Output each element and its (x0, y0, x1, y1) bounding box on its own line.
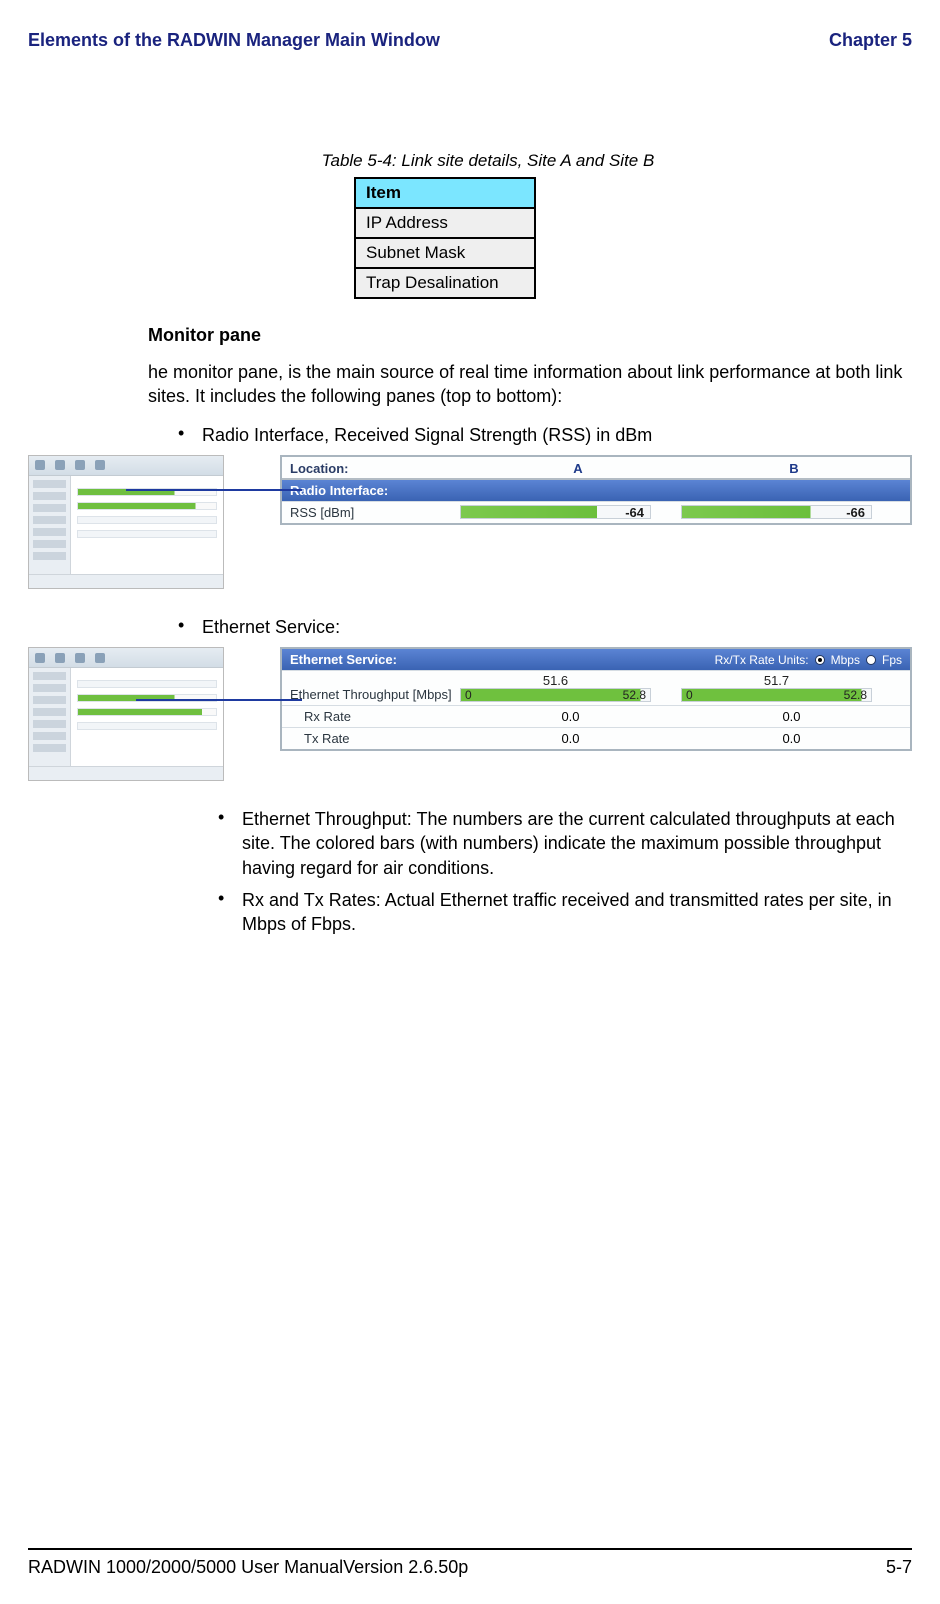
tp-a-min: 0 (465, 688, 472, 702)
tp-b-max: 52.8 (844, 688, 867, 702)
rss-b-bar: -66 (681, 505, 872, 519)
col-a-label: A (470, 461, 686, 476)
throughput-row: Ethernet Throughput [Mbps] 0 51.6 52.8 0… (282, 670, 910, 705)
sub-bullet-throughput: • Ethernet Throughput: The numbers are t… (218, 807, 912, 880)
header-right: Chapter 5 (829, 30, 912, 51)
col-b-label: B (686, 461, 902, 476)
sub-bullet-text: Ethernet Throughput: The numbers are the… (242, 807, 902, 880)
rss-a-cell: -64 (460, 505, 681, 519)
tp-a-cell: 0 51.6 52.8 (460, 688, 681, 702)
location-header: Location: A B (282, 457, 910, 480)
bullet-dot-icon: • (178, 615, 202, 639)
rx-row: Rx Rate 0.0 0.0 (282, 705, 910, 727)
callout-line-icon (126, 489, 302, 491)
tp-b-min: 0 (686, 688, 693, 702)
radio-pane: Location: A B Radio Interface: RSS [dBm]… (280, 455, 912, 525)
tp-b-bar: 0 51.7 52.8 (681, 688, 872, 702)
ethernet-service-bar: Ethernet Service: Rx/Tx Rate Units: Mbps… (282, 649, 910, 670)
radio-mbps[interactable] (815, 655, 825, 665)
radio-interface-title: Radio Interface: (290, 483, 388, 498)
figure-ethernet-service: Ethernet Service: Rx/Tx Rate Units: Mbps… (28, 647, 912, 781)
tp-b-value: 51.7 (764, 673, 789, 688)
header-left: Elements of the RADWIN Manager Main Wind… (28, 30, 440, 51)
tx-b-value: 0.0 (681, 731, 902, 746)
sub-bullet-rates: • Rx and Tx Rates: Actual Ethernet traff… (218, 888, 912, 937)
tp-b-cell: 0 51.7 52.8 (681, 688, 902, 702)
footer-left: RADWIN 1000/2000/5000 User ManualVersion… (28, 1557, 468, 1578)
footer-rule (28, 1548, 912, 1550)
rx-a-value: 0.0 (460, 709, 681, 724)
tx-label: Tx Rate (290, 731, 460, 746)
bullet-dot-icon: • (218, 807, 242, 880)
tx-row: Tx Rate 0.0 0.0 (282, 727, 910, 749)
location-label: Location: (290, 461, 470, 476)
bullet-dot-icon: • (218, 888, 242, 937)
item-table-header: Item (355, 178, 535, 208)
rate-units-group: Rx/Tx Rate Units: Mbps Fps (715, 653, 902, 667)
rss-label: RSS [dBm] (290, 505, 460, 520)
intro-text: he monitor pane, is the main source of r… (148, 360, 912, 409)
footer-right: 5-7 (886, 1557, 912, 1578)
rss-a-value: -64 (625, 505, 644, 520)
radio-fps[interactable] (866, 655, 876, 665)
page-header: Elements of the RADWIN Manager Main Wind… (28, 30, 912, 51)
unit-fps-label: Fps (882, 653, 902, 667)
ethernet-pane: Ethernet Service: Rx/Tx Rate Units: Mbps… (280, 647, 912, 751)
manager-thumbnail (28, 455, 224, 589)
tp-a-max: 52.8 (623, 688, 646, 702)
bullet-text: Ethernet Service: (202, 615, 912, 639)
callout-line-icon (136, 699, 302, 701)
bullet-ethernet: • Ethernet Service: (178, 615, 912, 639)
radio-interface-bar: Radio Interface: (282, 480, 910, 501)
rx-label: Rx Rate (290, 709, 460, 724)
tx-a-value: 0.0 (460, 731, 681, 746)
rate-units-label: Rx/Tx Rate Units: (715, 653, 809, 667)
tp-a-bar: 0 51.6 52.8 (460, 688, 651, 702)
rss-row: RSS [dBm] -64 -66 (282, 501, 910, 523)
table-row: Subnet Mask (355, 238, 535, 268)
rss-b-cell: -66 (681, 505, 902, 519)
table-caption: Table 5-4: Link site details, Site A and… (208, 151, 768, 171)
figure-radio-interface: Location: A B Radio Interface: RSS [dBm]… (28, 455, 912, 589)
table-row: IP Address (355, 208, 535, 238)
table-row: Trap Desalination (355, 268, 535, 298)
section-title: Monitor pane (148, 325, 912, 346)
rx-b-value: 0.0 (681, 709, 902, 724)
rss-b-value: -66 (846, 505, 865, 520)
manager-thumbnail (28, 647, 224, 781)
throughput-label: Ethernet Throughput [Mbps] (290, 687, 460, 702)
bullet-radio: • Radio Interface, Received Signal Stren… (178, 423, 912, 447)
rss-a-bar: -64 (460, 505, 651, 519)
item-table: Item IP Address Subnet Mask Trap Desalin… (354, 177, 536, 299)
ethernet-service-title: Ethernet Service: (290, 652, 397, 667)
page-footer: RADWIN 1000/2000/5000 User ManualVersion… (28, 1557, 912, 1578)
bullet-text: Radio Interface, Received Signal Strengt… (202, 423, 912, 447)
bullet-dot-icon: • (178, 423, 202, 447)
tp-a-value: 51.6 (543, 673, 568, 688)
unit-mbps-label: Mbps (831, 653, 860, 667)
sub-bullet-text: Rx and Tx Rates: Actual Ethernet traffic… (242, 888, 902, 937)
